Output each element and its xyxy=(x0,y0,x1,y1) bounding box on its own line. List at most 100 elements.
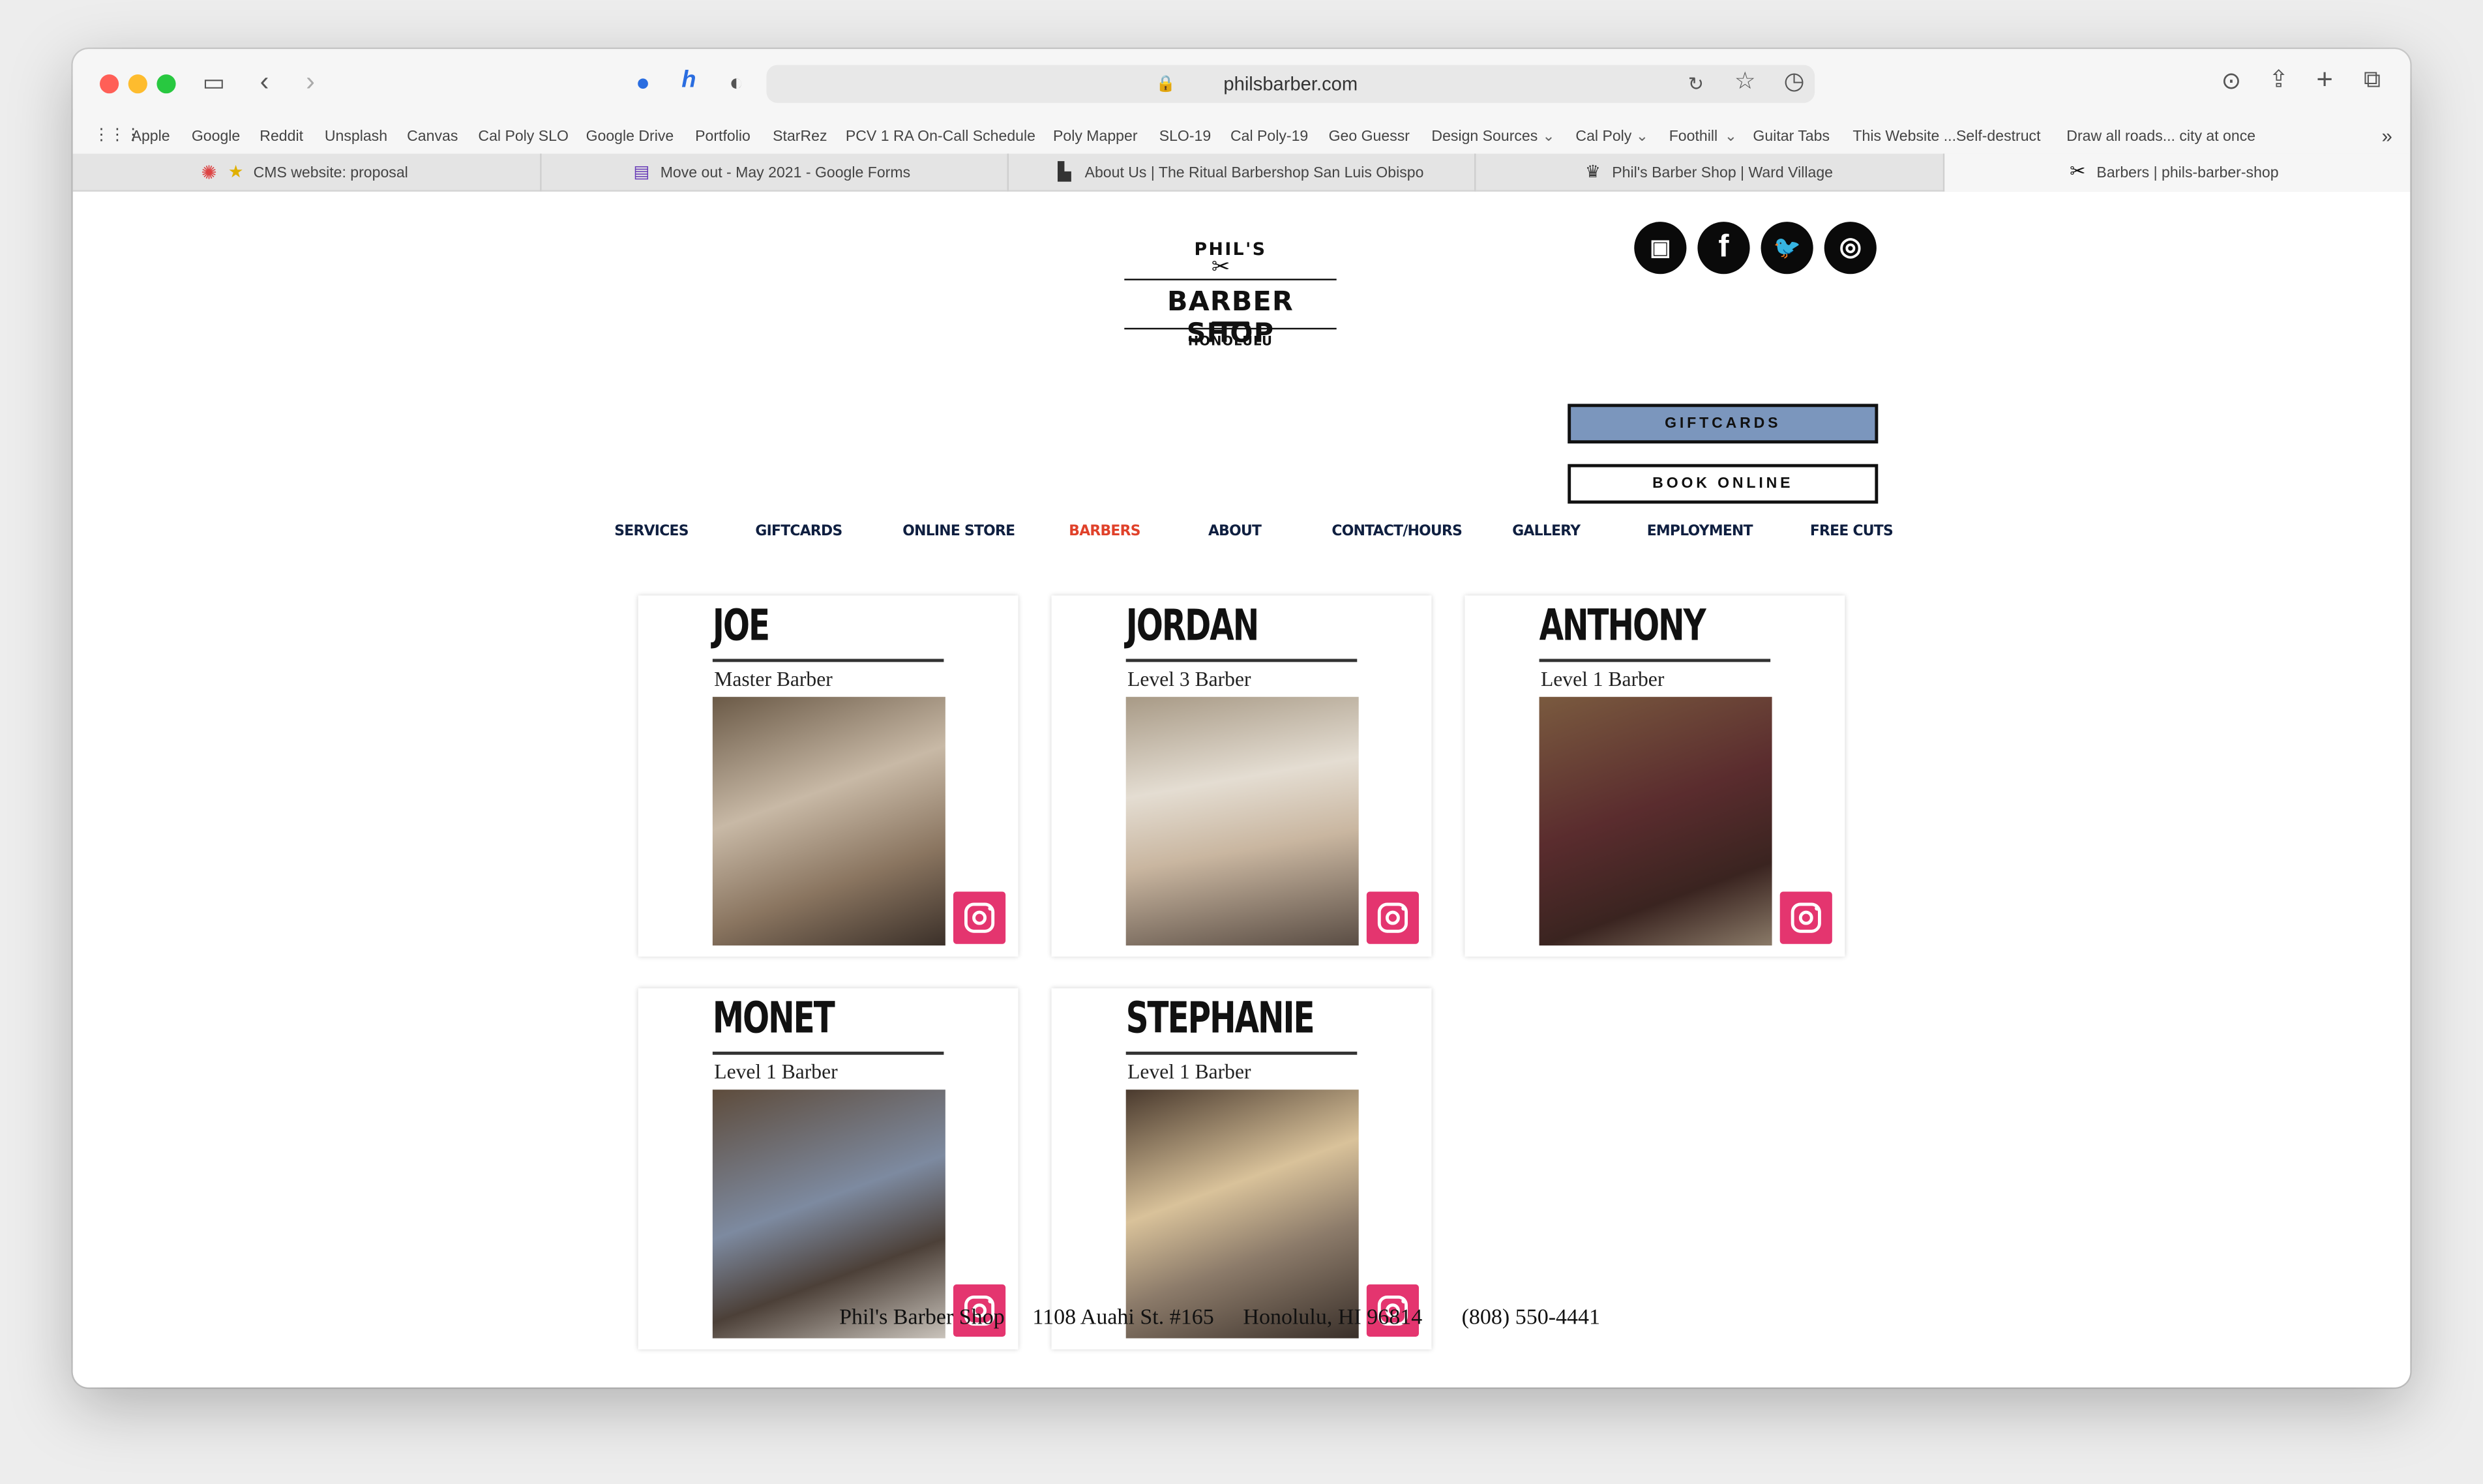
more-bookmarks-icon[interactable]: » xyxy=(2382,125,2392,147)
bookmark-cal-poly-19[interactable]: Cal Poly-19 xyxy=(1230,128,1308,146)
bookmark-self-destruct[interactable]: This Website ...Self-destruct xyxy=(1852,128,2040,146)
divider xyxy=(1539,659,1771,662)
tab-google-forms[interactable]: ▤ Move out - May 2021 - Google Forms xyxy=(542,153,1009,192)
close-window-button[interactable] xyxy=(99,74,119,94)
bookmark-cal-poly-slo[interactable]: Cal Poly SLO xyxy=(478,128,569,146)
nav-services[interactable]: SERVICES xyxy=(614,524,689,540)
minimize-window-button[interactable] xyxy=(128,74,147,94)
bookmark-google[interactable]: Google xyxy=(192,128,240,146)
bookmark-unsplash[interactable]: Unsplash xyxy=(325,128,387,146)
history-icon[interactable]: ◷ xyxy=(1781,69,1807,95)
nav-about[interactable]: ABOUT xyxy=(1208,524,1262,540)
tab-title: Move out - May 2021 - Google Forms xyxy=(660,164,911,183)
book-online-button[interactable]: BOOK ONLINE xyxy=(1568,464,1879,504)
facebook-icon[interactable]: f xyxy=(1697,222,1750,275)
crown-icon: ♛ xyxy=(1584,163,1601,183)
extension-honey-icon[interactable]: h xyxy=(676,67,702,93)
barber-title: Level 1 Barber xyxy=(714,1060,838,1084)
bookmark-reddit[interactable]: Reddit xyxy=(260,128,303,146)
bookmark-folder-design-sources[interactable]: Design Sources xyxy=(1431,128,1538,146)
instagram-icon[interactable] xyxy=(1366,891,1419,944)
barber-name: JOE xyxy=(712,602,770,651)
barber-title: Master Barber xyxy=(714,666,833,691)
bookmark-guitar-tabs[interactable]: Guitar Tabs xyxy=(1753,128,1830,146)
address-bar[interactable]: philsbarber.com 🔒 ↻ xyxy=(766,65,1815,103)
site-logo[interactable]: PHIL'S ✂ BARBER SHOP HONOLULU xyxy=(1124,226,1337,350)
giftcards-button[interactable]: GIFTCARDS xyxy=(1568,404,1879,444)
barber-name: JORDAN xyxy=(1125,602,1259,651)
privacy-shield-icon[interactable]: ◐ xyxy=(725,70,747,96)
scissors-icon: ✂ xyxy=(1211,255,1230,280)
bookmark-geo-guessr[interactable]: Geo Guessr xyxy=(1329,128,1410,146)
footer-shop-name: Phil's Barber Shop xyxy=(839,1306,1005,1331)
nav-employment[interactable]: EMPLOYMENT xyxy=(1647,524,1753,540)
building-icon: ▙ xyxy=(1058,163,1071,183)
barber-card-joe: JOE Master Barber xyxy=(638,595,1018,957)
bookmark-starrez[interactable]: StarRez xyxy=(773,128,827,146)
page-content: PHIL'S ✂ BARBER SHOP HONOLULU ▣ f 🐦 ◎ GI… xyxy=(72,191,2411,1388)
bookmark-slo-19[interactable]: SLO-19 xyxy=(1159,128,1212,146)
barber-name: MONET xyxy=(712,994,835,1044)
footer-address: 1108 Auahi St. #165 xyxy=(1032,1306,1214,1331)
bookmark-canvas[interactable]: Canvas xyxy=(407,128,458,146)
instagram-icon[interactable] xyxy=(1779,891,1832,944)
bookmark-star-icon[interactable]: ☆ xyxy=(1732,69,1758,95)
bookmarks-bar: ⋮⋮⋮ Apple Google Reddit Unsplash Canvas … xyxy=(72,119,2411,154)
chevron-down-icon: ⌄ xyxy=(1724,128,1738,146)
tab-overview-icon[interactable]: ⧉ xyxy=(2360,67,2385,93)
bookmark-folder-cal-poly[interactable]: Cal Poly xyxy=(1575,128,1631,146)
barber-photo xyxy=(712,1090,945,1339)
razor-icon xyxy=(1211,321,1250,327)
tab-title: Phil's Barber Shop | Ward Village xyxy=(1612,164,1833,183)
divider xyxy=(1125,659,1358,662)
nav-gallery[interactable]: GALLERY xyxy=(1512,524,1581,540)
share-icon[interactable]: ⇪ xyxy=(2266,67,2291,93)
barber-photo xyxy=(712,696,945,946)
bookmark-google-drive[interactable]: Google Drive xyxy=(586,128,674,146)
zoom-window-button[interactable] xyxy=(156,74,176,94)
back-icon[interactable]: ‹ xyxy=(254,68,276,95)
chevron-down-icon: ⌄ xyxy=(1635,128,1649,146)
instagram-icon[interactable]: ◎ xyxy=(1824,222,1877,275)
nav-barbers-active[interactable]: BARBERS xyxy=(1069,524,1140,540)
tab-barbers-active[interactable]: ✂ Barbers | phils-barber-shop xyxy=(1944,153,2411,192)
tab-ward-village[interactable]: ♛ Phil's Barber Shop | Ward Village xyxy=(1476,153,1945,192)
footer-phone[interactable]: (808) 550-4441 xyxy=(1462,1307,1601,1332)
tab-cms-proposal[interactable]: ✺ ★ CMS website: proposal xyxy=(73,153,542,192)
nav-free-cuts[interactable]: FREE CUTS xyxy=(1810,524,1894,540)
barber-photo xyxy=(1125,696,1359,946)
divider xyxy=(712,1051,944,1055)
sidebar-toggle-icon[interactable]: ▭ xyxy=(200,70,228,96)
booking-icon[interactable]: ▣ xyxy=(1634,222,1687,275)
extension-1password-icon[interactable]: ● xyxy=(631,70,656,96)
nav-contact-hours[interactable]: CONTACT/HOURS xyxy=(1331,524,1462,540)
reload-icon[interactable]: ↻ xyxy=(1685,71,1707,96)
forms-icon: ▤ xyxy=(633,163,650,183)
divider xyxy=(1125,1051,1358,1055)
barber-card-jordan: JORDAN Level 3 Barber xyxy=(1051,595,1432,957)
bookmark-pcv-ra-schedule[interactable]: PCV 1 RA On-Call Schedule xyxy=(846,128,1035,146)
nav-giftcards[interactable]: GIFTCARDS xyxy=(755,524,842,540)
nav-online-store[interactable]: ONLINE STORE xyxy=(902,524,1015,540)
twitter-icon[interactable]: 🐦 xyxy=(1761,222,1813,275)
barber-title: Level 3 Barber xyxy=(1127,666,1251,691)
barber-photo xyxy=(1539,696,1772,946)
bookmark-folder-foothill[interactable]: Foothill xyxy=(1669,128,1717,146)
new-tab-icon[interactable]: + xyxy=(2312,65,2338,94)
instagram-icon[interactable] xyxy=(953,891,1006,944)
logo-sub-text: HONOLULU xyxy=(1187,334,1273,349)
tab-title: CMS website: proposal xyxy=(253,164,408,183)
browser-toolbar: ▭ ‹ › ● h ◐ philsbarber.com 🔒 ↻ ☆ ◷ ⊙ ⇪ … xyxy=(72,49,2411,119)
bookmark-poly-mapper[interactable]: Poly Mapper xyxy=(1053,128,1138,146)
bookmark-apple[interactable]: Apple xyxy=(132,128,170,146)
tab-title: About Us | The Ritual Barbershop San Lui… xyxy=(1084,164,1424,183)
downloads-icon[interactable]: ⊙ xyxy=(2218,69,2244,95)
forward-icon[interactable]: › xyxy=(299,68,321,95)
bookmark-portfolio[interactable]: Portfolio xyxy=(695,128,751,146)
barber-card-stephanie: STEPHANIE Level 1 Barber xyxy=(1051,988,1432,1350)
footer-city: Honolulu, HI 96814 xyxy=(1243,1306,1423,1331)
barber-name: STEPHANIE xyxy=(1125,994,1315,1044)
bookmark-draw-all-roads[interactable]: Draw all roads... city at once xyxy=(2066,128,2255,146)
tab-ritual-barbershop[interactable]: ▙ About Us | The Ritual Barbershop San L… xyxy=(1009,153,1476,192)
chevron-down-icon: ⌄ xyxy=(1542,128,1555,146)
